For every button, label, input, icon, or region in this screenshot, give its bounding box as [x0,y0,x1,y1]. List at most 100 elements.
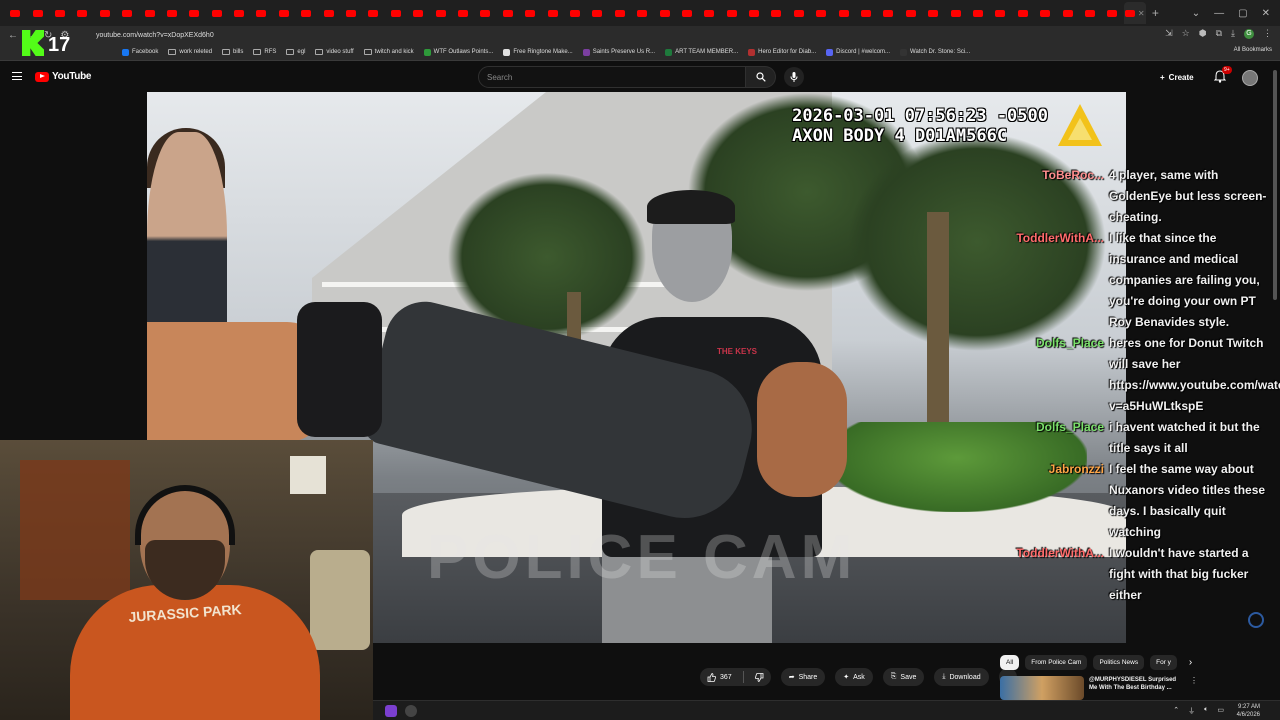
new-tab-button[interactable]: + [1152,6,1159,20]
browser-tab[interactable] [1101,2,1123,24]
bookmark-item[interactable]: Discord | #welcom... [826,48,890,56]
ask-button[interactable]: ✦ Ask [835,668,873,686]
browser-tab[interactable] [71,2,93,24]
browser-tab[interactable] [474,2,496,24]
maximize-button[interactable]: ▢ [1238,8,1247,19]
browser-tab[interactable] [116,2,138,24]
browser-tab[interactable] [1079,2,1101,24]
browser-tab[interactable] [855,2,877,24]
browser-tab[interactable] [967,2,989,24]
battery-icon[interactable]: ▭ [1217,706,1224,716]
browser-tab[interactable]: ✕ [1123,2,1146,24]
filter-chip[interactable]: All [1000,655,1020,670]
bookmark-item[interactable]: work releted [168,49,212,55]
bookmark-item[interactable]: WTF Outlaws Points... [423,48,493,56]
minimize-button[interactable]: — [1214,8,1224,19]
bookmark-item[interactable]: egl [286,49,305,55]
browser-tab[interactable] [765,2,787,24]
browser-tab[interactable] [631,2,653,24]
bookmark-item[interactable]: Free Ringtone Make... [503,48,573,56]
page-scrollbar[interactable] [1273,70,1277,300]
browser-tab[interactable] [989,2,1011,24]
browser-tab[interactable] [609,2,631,24]
browser-tab[interactable] [362,2,384,24]
browser-tab[interactable] [676,2,698,24]
tab-search-icon[interactable]: ⌄ [1192,8,1200,19]
browser-tab[interactable] [183,2,205,24]
browser-tab[interactable] [832,2,854,24]
browser-tab[interactable] [810,2,832,24]
browser-tab[interactable] [138,2,160,24]
taskbar-settings-icon[interactable] [405,705,417,717]
browser-tab[interactable] [698,2,720,24]
profile-avatar[interactable]: G [1244,28,1254,39]
browser-tab[interactable] [653,2,675,24]
bookmark-item[interactable]: Hero Editor for Diab... [748,48,816,56]
share-button[interactable]: ➦ Share [780,668,826,686]
browser-tab[interactable] [4,2,26,24]
bookmark-item[interactable]: Watch Dr. Stone: Sci... [900,48,970,56]
browser-tab[interactable] [385,2,407,24]
dislike-button[interactable] [748,668,771,686]
bookmark-item[interactable]: twitch and kick [363,49,414,55]
close-window-button[interactable]: ✕ [1262,8,1270,19]
recommended-video[interactable]: @MURPHYSDIESEL Surprised Me With The Bes… [1000,676,1200,700]
bookmark-star-icon[interactable]: ☆ [1182,28,1190,39]
search-input[interactable] [478,66,746,88]
hamburger-menu-icon[interactable] [12,72,22,80]
bookmark-item[interactable]: Saints Preserve Us R... [582,48,655,56]
downloads-icon[interactable]: ⤓ [1231,28,1235,39]
voice-search-button[interactable] [784,67,804,87]
url-field[interactable]: youtube.com/watch?v=xDopXEXd6h0 [96,32,214,39]
all-bookmarks-link[interactable]: All Bookmarks [1234,47,1272,53]
filter-chip[interactable]: Politics News [1093,655,1145,670]
browser-tab[interactable] [586,2,608,24]
browser-tab[interactable] [541,2,563,24]
browser-tab[interactable] [407,2,429,24]
browser-tab[interactable] [273,2,295,24]
bookmark-item[interactable]: video stuff [315,49,354,55]
filter-chip[interactable]: For y [1150,655,1177,670]
browser-tab[interactable] [206,2,228,24]
browser-menu-icon[interactable]: ⋮ [1263,28,1272,39]
like-button[interactable]: 367 [700,668,739,686]
browser-tab[interactable] [1034,2,1056,24]
browser-tab[interactable] [26,2,48,24]
browser-tab[interactable] [1056,2,1078,24]
browser-tab[interactable] [295,2,317,24]
browser-tab[interactable] [900,2,922,24]
browser-tab[interactable] [1012,2,1034,24]
extensions-puzzle-icon[interactable]: ⧉ [1216,28,1222,39]
youtube-logo[interactable]: YouTube [35,71,92,82]
recommended-thumbnail[interactable] [1000,676,1084,700]
save-button[interactable]: ⎘ Save [882,668,925,686]
browser-tab[interactable] [564,2,586,24]
browser-tab[interactable] [429,2,451,24]
bookmark-item[interactable]: RFS [253,49,276,55]
browser-tab[interactable] [743,2,765,24]
bookmark-item[interactable]: bills [222,49,243,55]
browser-tab[interactable] [721,2,743,24]
download-button[interactable]: ⤓ Download [934,668,989,686]
browser-tab[interactable] [94,2,116,24]
search-button[interactable] [746,66,776,88]
extension-icon[interactable]: ⬢ [1199,28,1207,39]
create-button[interactable]: + Create [1160,69,1194,85]
browser-tab[interactable] [519,2,541,24]
browser-tab[interactable] [161,2,183,24]
browser-tab[interactable] [944,2,966,24]
browser-tab[interactable] [340,2,362,24]
chevron-right-icon[interactable]: › [1189,657,1192,668]
browser-tab[interactable] [228,2,250,24]
browser-tab[interactable] [497,2,519,24]
back-icon[interactable]: ← [8,30,18,41]
account-avatar[interactable] [1242,70,1258,86]
browser-tab[interactable] [877,2,899,24]
recommended-more-icon[interactable]: ⋮ [1190,676,1198,700]
tray-chevron-icon[interactable]: ⌃ [1173,706,1179,716]
taskbar-app-icon[interactable] [385,705,397,717]
browser-tab[interactable] [49,2,71,24]
taskbar-clock[interactable]: 9:27 AM 4/6/2026 [1237,703,1260,719]
browser-tab[interactable] [452,2,474,24]
install-icon[interactable]: ⇲ [1165,28,1173,39]
